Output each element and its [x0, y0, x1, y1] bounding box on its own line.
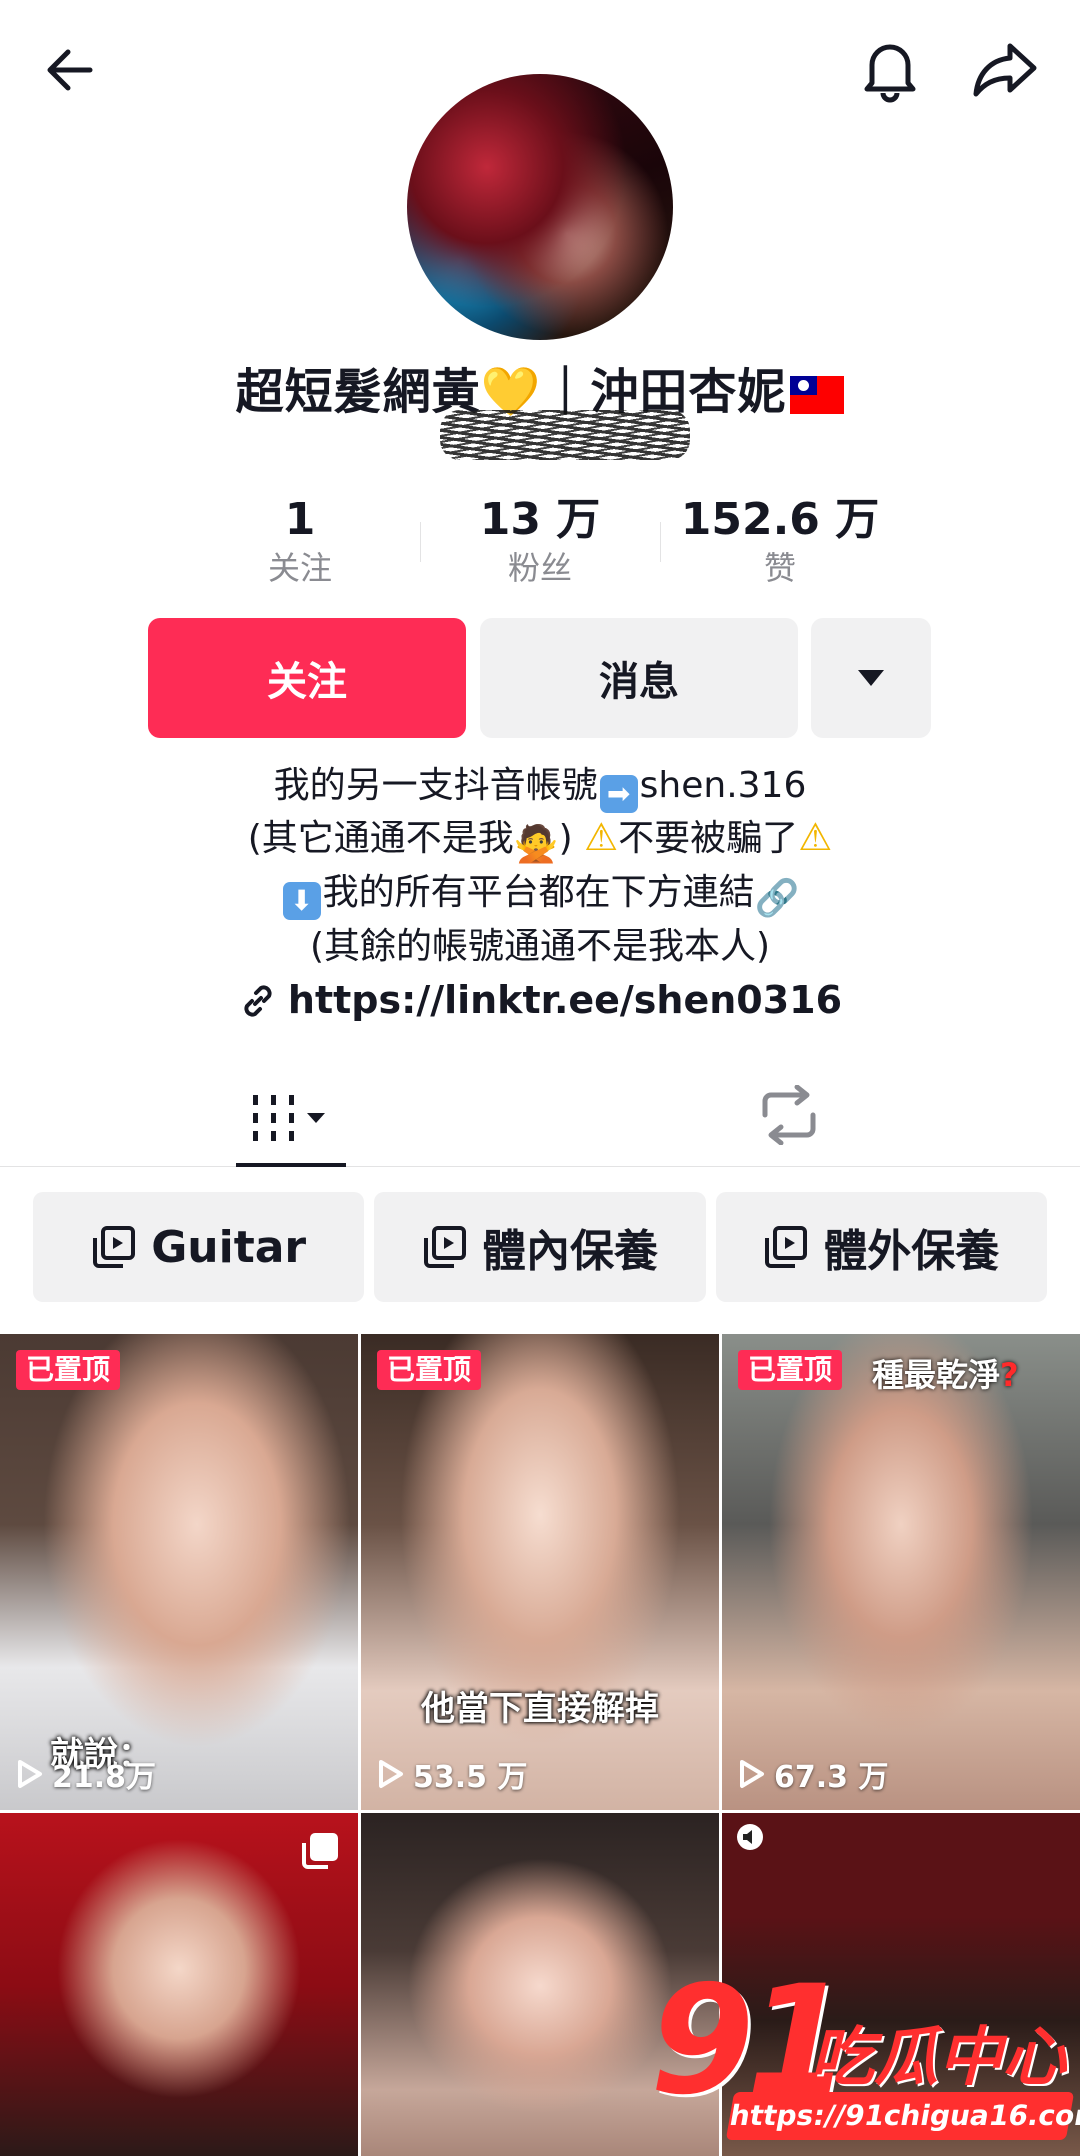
video-caption: 他當下直接解掉 — [421, 1689, 659, 1729]
notification-button[interactable] — [850, 30, 930, 110]
right-arrow-emoji-icon: ➡ — [599, 775, 638, 813]
video-thumbnail[interactable]: 已置顶 就說： 21.8万 — [0, 1334, 358, 1810]
follow-button[interactable]: 关注 — [148, 618, 466, 738]
play-icon — [18, 1760, 42, 1788]
nickname-text: 超短髮網黃 — [235, 364, 481, 420]
video-thumbnail[interactable]: 已置顶 他當下直接解掉 53.5 万 — [361, 1334, 719, 1810]
multi-image-icon — [302, 1833, 338, 1869]
stat-value: 13 万 — [479, 494, 601, 545]
video-thumbnail[interactable]: 種最乾淨? 已置顶 67.3 万 — [722, 1334, 1080, 1810]
taiwan-flag-icon — [790, 376, 845, 414]
active-tab-indicator — [236, 1163, 346, 1167]
playlist-icon — [93, 1226, 136, 1268]
view-count: 21.8万 — [16, 1752, 156, 1796]
arrow-left-icon — [47, 49, 93, 91]
message-button[interactable]: 消息 — [480, 618, 798, 738]
sound-icon — [737, 1824, 763, 1850]
collection-guitar[interactable]: Guitar — [33, 1192, 365, 1302]
tab-videos[interactable] — [236, 1070, 346, 1167]
caret-down-icon — [858, 670, 884, 686]
bio-line-1: 我的另一支抖音帳號 ➡ shen.316 — [0, 762, 1080, 813]
person-gesturing-no-emoji-icon: 🙅 — [513, 824, 559, 865]
profile-link[interactable]: https://linktr.ee/shen0316 — [0, 972, 1080, 1028]
video-grid-icon — [253, 1095, 325, 1141]
collection-label: 體內保養 — [481, 1226, 658, 1277]
stat-value: 152.6 万 — [680, 494, 880, 545]
stat-label: 赞 — [763, 549, 796, 587]
collection-inner-care[interactable]: 體內保養 — [374, 1192, 706, 1302]
playlist-icon — [765, 1226, 808, 1268]
stat-following[interactable]: 1 关注 — [180, 492, 420, 592]
profile-bio: 我的另一支抖音帳號 ➡ shen.316 (其它通通不是我🙅) ⚠不要被騙了⚠ ⬇ 我… — [0, 762, 1080, 971]
view-count: 67.3 万 — [738, 1752, 888, 1796]
warning-icon: ⚠ — [584, 815, 619, 859]
repost-icon — [762, 1085, 816, 1145]
playlist-icon — [423, 1226, 466, 1268]
collection-label: Guitar — [151, 1221, 307, 1273]
profile-stats: 1 关注 13 万 粉丝 152.6 万 赞 — [180, 492, 900, 592]
avatar[interactable] — [407, 74, 673, 340]
profile-link-text[interactable]: https://linktr.ee/shen0316 — [288, 978, 842, 1022]
pinned-badge: 已置顶 — [377, 1350, 482, 1390]
stat-label: 关注 — [267, 549, 332, 587]
watermark-url: https://91chigua16.com — [725, 2092, 1080, 2140]
stat-value: 1 — [284, 494, 316, 545]
watermark: 91 吃瓜中心 https://91chigua16.com — [650, 1966, 1080, 2156]
back-button[interactable] — [30, 30, 110, 110]
more-options-button[interactable] — [811, 618, 931, 738]
video-thumbnail[interactable] — [0, 1813, 358, 2156]
pinned-badge: 已置顶 — [738, 1350, 843, 1390]
play-icon — [379, 1760, 403, 1788]
video-top-caption: 種最乾淨? — [872, 1356, 1019, 1394]
bio-line-2: (其它通通不是我🙅) ⚠不要被騙了⚠ — [0, 813, 1080, 869]
link-emoji-icon: 🔗 — [754, 878, 800, 919]
view-count: 53.5 万 — [377, 1752, 527, 1796]
share-arrow-icon — [973, 43, 1037, 97]
collection-outer-care[interactable]: 體外保養 — [715, 1192, 1047, 1302]
bio-line-4: (其餘的帳號通通不是我本人) — [309, 926, 771, 967]
bell-icon — [864, 44, 916, 103]
content-tabs — [0, 1060, 1080, 1167]
bio-line-3: ⬇ 我的所有平台都在下方連結🔗 — [0, 869, 1080, 923]
warning-icon: ⚠ — [798, 815, 833, 859]
stat-likes: 152.6 万 赞 — [660, 492, 900, 592]
collection-label: 體外保養 — [823, 1226, 1000, 1277]
play-icon — [740, 1760, 764, 1788]
tab-reposts[interactable] — [744, 1070, 834, 1160]
link-icon — [244, 985, 272, 1017]
collections-row: Guitar 體內保養 體外保養 — [33, 1192, 1047, 1302]
share-button[interactable] — [960, 30, 1050, 110]
redacted-username — [440, 410, 690, 460]
down-arrow-emoji-icon: ⬇ — [282, 882, 321, 920]
pinned-badge: 已置顶 — [16, 1350, 121, 1390]
watermark-text: 吃瓜中心 — [810, 2021, 1066, 2095]
stat-label: 粉丝 — [507, 549, 572, 587]
stat-followers[interactable]: 13 万 粉丝 — [420, 492, 660, 592]
